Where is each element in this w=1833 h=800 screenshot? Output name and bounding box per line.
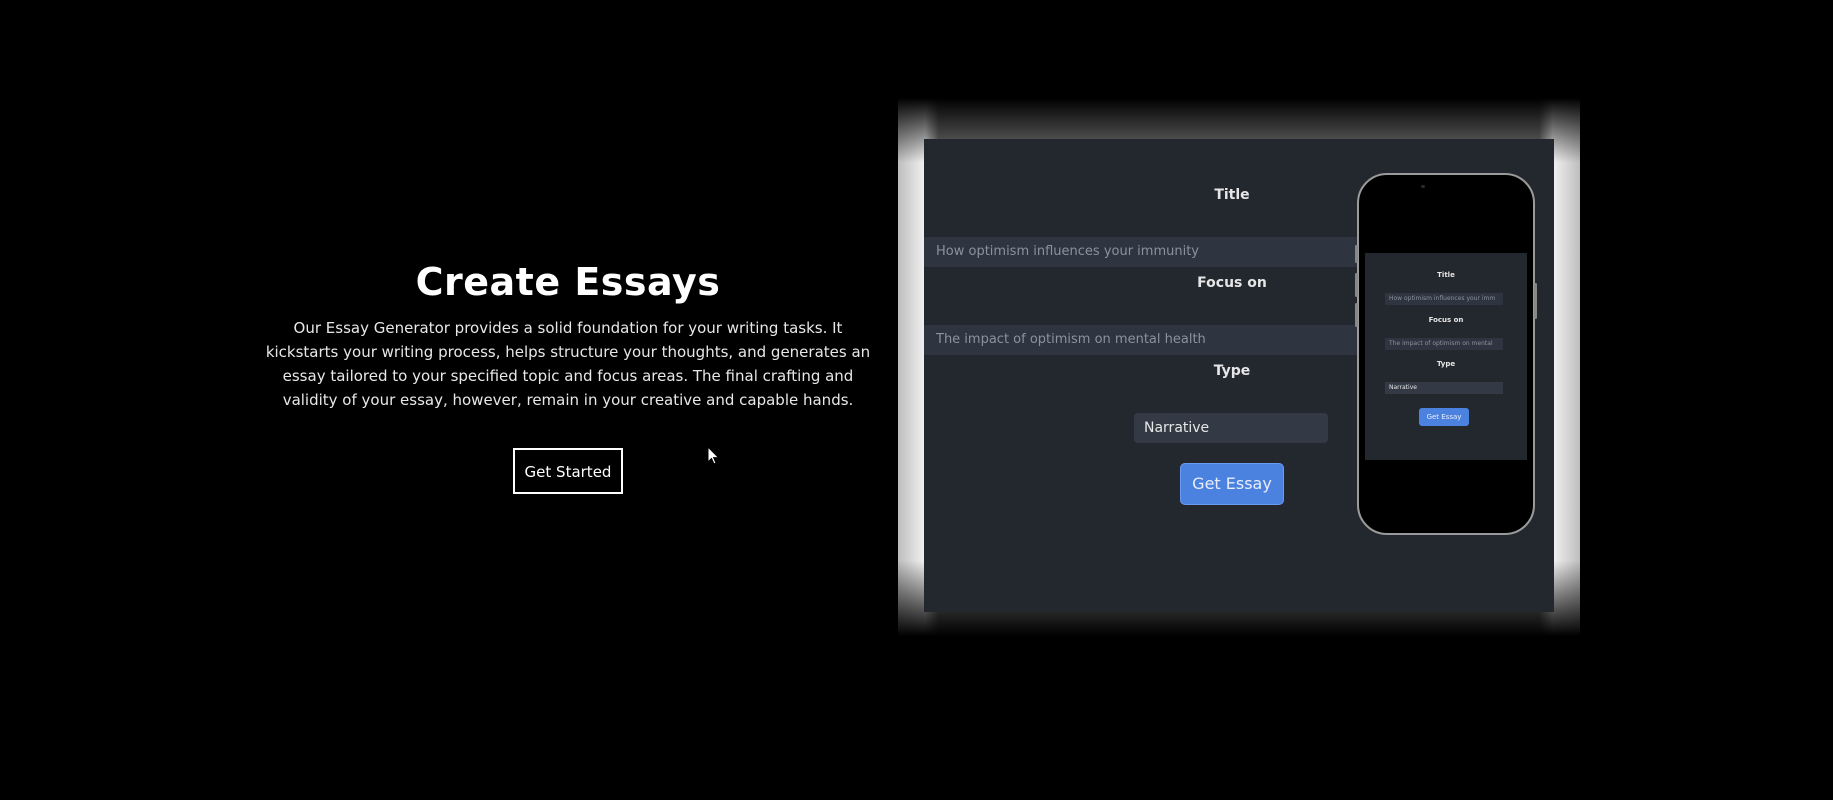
- hero-text-block: Create Essays Our Essay Generator provid…: [258, 256, 878, 494]
- title-input: How optimism influences your immunity: [924, 237, 1364, 267]
- desktop-preview-screen: Title How optimism influences your immun…: [924, 139, 1554, 612]
- hero-description: Our Essay Generator provides a solid fou…: [265, 319, 871, 409]
- get-started-button[interactable]: Get Started: [512, 448, 624, 494]
- phone-side-button: [1355, 303, 1358, 327]
- title-label: Title: [1214, 187, 1250, 203]
- focus-input: The impact of optimism on mental health: [924, 325, 1364, 355]
- phone-focus-label: Focus on: [1428, 316, 1464, 324]
- type-label: Type: [1213, 363, 1251, 379]
- phone-side-button: [1355, 273, 1358, 297]
- mouse-cursor-icon: [707, 446, 720, 465]
- phone-type-label: Type: [1436, 360, 1456, 368]
- phone-type-select: Narrative: [1385, 382, 1503, 394]
- hero-title: Create Essays: [415, 260, 721, 304]
- phone-title-input: How optimism influences your imm: [1385, 293, 1503, 305]
- get-essay-button: Get Essay: [1180, 463, 1284, 505]
- phone-camera: [1421, 185, 1425, 188]
- phone-mockup: Title How optimism influences your imm F…: [1355, 173, 1537, 535]
- focus-label: Focus on: [1197, 275, 1267, 291]
- phone-title-label: Title: [1437, 271, 1455, 279]
- phone-preview-screen: Title How optimism influences your imm F…: [1365, 253, 1527, 460]
- hero-section: Create Essays Our Essay Generator provid…: [0, 0, 1833, 800]
- phone-side-button: [1534, 283, 1537, 319]
- phone-focus-input: The impact of optimism on mental: [1385, 338, 1503, 350]
- phone-side-button: [1355, 245, 1358, 263]
- app-preview-image: Title How optimism influences your immun…: [898, 98, 1580, 636]
- type-select: Narrative: [1134, 413, 1328, 443]
- phone-get-essay-button: Get Essay: [1419, 408, 1469, 426]
